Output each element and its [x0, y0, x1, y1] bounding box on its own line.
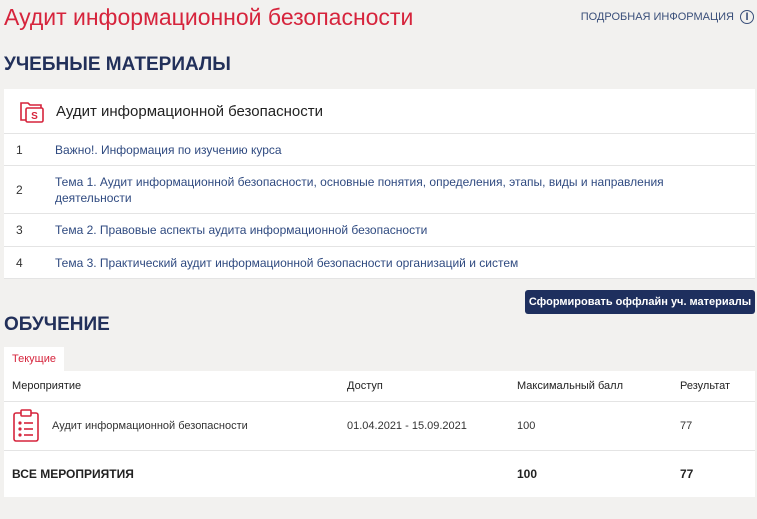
table-total-row: ВСЕ МЕРОПРИЯТИЯ 100 77	[4, 451, 755, 497]
event-cell: Аудит информационной безопасности	[4, 409, 347, 443]
column-header-access: Доступ	[347, 380, 383, 392]
material-number: 3	[16, 223, 23, 237]
table-header-row: Мероприятие Доступ Максимальный балл Рез…	[4, 371, 755, 402]
material-link[interactable]: Тема 2. Правовые аспекты аудита информац…	[55, 222, 457, 238]
material-number: 1	[16, 142, 23, 157]
generate-offline-materials-button[interactable]: Сформировать оффлайн уч. материалы	[525, 290, 755, 314]
material-row: 3 Тема 2. Правовые аспекты аудита информ…	[4, 214, 755, 247]
svg-text:S: S	[31, 111, 38, 122]
materials-card: S Аудит информационной безопасности 1 Ва…	[4, 89, 755, 279]
details-label: ПОДРОБНАЯ ИНФОРМАЦИЯ	[580, 11, 734, 23]
tab-current[interactable]: Текущие	[4, 347, 64, 371]
material-row: 4 Тема 3. Практический аудит информацион…	[4, 247, 755, 279]
column-header-max-score: Максимальный балл	[517, 380, 623, 392]
details-link[interactable]: ПОДРОБНАЯ ИНФОРМАЦИЯ i	[581, 10, 754, 24]
table-row[interactable]: Аудит информационной безопасности 01.04.…	[4, 402, 755, 451]
total-label: ВСЕ МЕРОПРИЯТИЯ	[12, 467, 134, 481]
event-result: 77	[680, 420, 693, 432]
total-max-score: 100	[517, 467, 538, 481]
material-link[interactable]: Тема 3. Практический аудит информационно…	[55, 255, 548, 271]
course-title: Аудит информационной безопасности	[56, 102, 323, 120]
info-icon: i	[740, 10, 754, 24]
total-result: 77	[680, 467, 694, 481]
material-number: 4	[16, 255, 23, 270]
event-max-score: 100	[517, 420, 536, 432]
materials-section-title: УЧЕБНЫЕ МАТЕРИАЛЫ	[4, 54, 231, 75]
column-header-event: Мероприятие	[12, 380, 82, 392]
training-section-title: ОБУЧЕНИЕ	[4, 314, 110, 335]
material-link[interactable]: Важно!. Информация по изучению курса	[55, 142, 312, 158]
course-header: S Аудит информационной безопасности	[4, 89, 755, 134]
course-materials-icon: S	[20, 102, 44, 123]
event-access: 01.04.2021 - 15.09.2021	[347, 420, 467, 432]
material-row: 1 Важно!. Информация по изучению курса	[4, 134, 755, 166]
material-number: 2	[16, 182, 23, 197]
event-name[interactable]: Аудит информационной безопасности	[52, 420, 248, 432]
events-table: Мероприятие Доступ Максимальный балл Рез…	[4, 371, 755, 497]
clipboard-list-icon	[13, 409, 39, 442]
material-link[interactable]: Тема 1. Аудит информационной безопасност…	[55, 174, 755, 206]
column-header-result: Результат	[680, 380, 731, 392]
page-title: Аудит информационной безопасности	[4, 4, 414, 30]
material-row: 2 Тема 1. Аудит информационной безопасно…	[4, 166, 755, 214]
